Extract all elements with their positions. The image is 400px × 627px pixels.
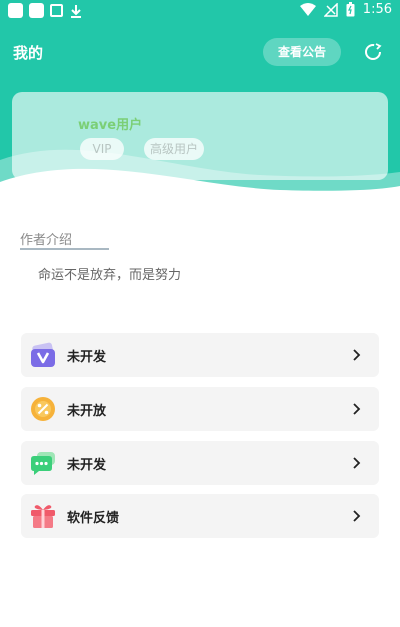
qr-notification-icon <box>50 4 63 17</box>
user-level-badge: 高级用户 <box>144 138 204 160</box>
purple-v-card-icon <box>31 342 55 367</box>
battery-icon <box>346 2 355 17</box>
status-system: 1:56 <box>299 2 392 17</box>
menu-item-feedback[interactable]: 软件反馈 <box>21 494 379 538</box>
no-signal-icon <box>323 2 338 17</box>
chevron-right-icon <box>353 349 361 361</box>
author-motto: 命运不是放弃，而是努力 <box>38 268 182 283</box>
download-icon <box>71 4 81 18</box>
app-notification-icon <box>8 3 23 18</box>
chevron-right-icon <box>353 510 361 522</box>
app-notification-icon <box>29 3 44 18</box>
author-intro-underline <box>20 248 109 250</box>
green-chat-bubble-icon <box>31 452 55 475</box>
page-title: 我的 <box>13 44 44 62</box>
menu-item-label: 未开放 <box>67 404 107 419</box>
user-card: wave用户 VIP 高级用户 <box>12 92 388 180</box>
author-intro-label: 作者介绍 <box>20 233 73 248</box>
chevron-right-icon <box>353 457 361 469</box>
menu-item-label: 软件反馈 <box>67 511 120 526</box>
menu-item-label: 未开发 <box>67 458 107 473</box>
menu-item-label: 未开发 <box>67 350 107 365</box>
vip-badge: VIP <box>80 138 124 160</box>
red-gift-box-icon <box>31 505 55 528</box>
title-bar: 我的 查看公告 <box>0 38 400 66</box>
wifi-icon <box>299 2 316 16</box>
menu-item-undeveloped-2[interactable]: 未开发 <box>21 441 379 485</box>
orange-percent-coin-icon <box>31 397 55 421</box>
refresh-icon[interactable] <box>363 42 383 62</box>
username: wave用户 <box>78 118 143 133</box>
view-notice-button[interactable]: 查看公告 <box>263 38 341 66</box>
status-bar: 1:56 <box>0 0 400 22</box>
menu-item-unopened[interactable]: 未开放 <box>21 387 379 431</box>
menu-item-undeveloped-1[interactable]: 未开发 <box>21 333 379 377</box>
chevron-right-icon <box>353 403 361 415</box>
status-time: 1:56 <box>362 2 392 17</box>
status-notifications <box>8 3 83 18</box>
